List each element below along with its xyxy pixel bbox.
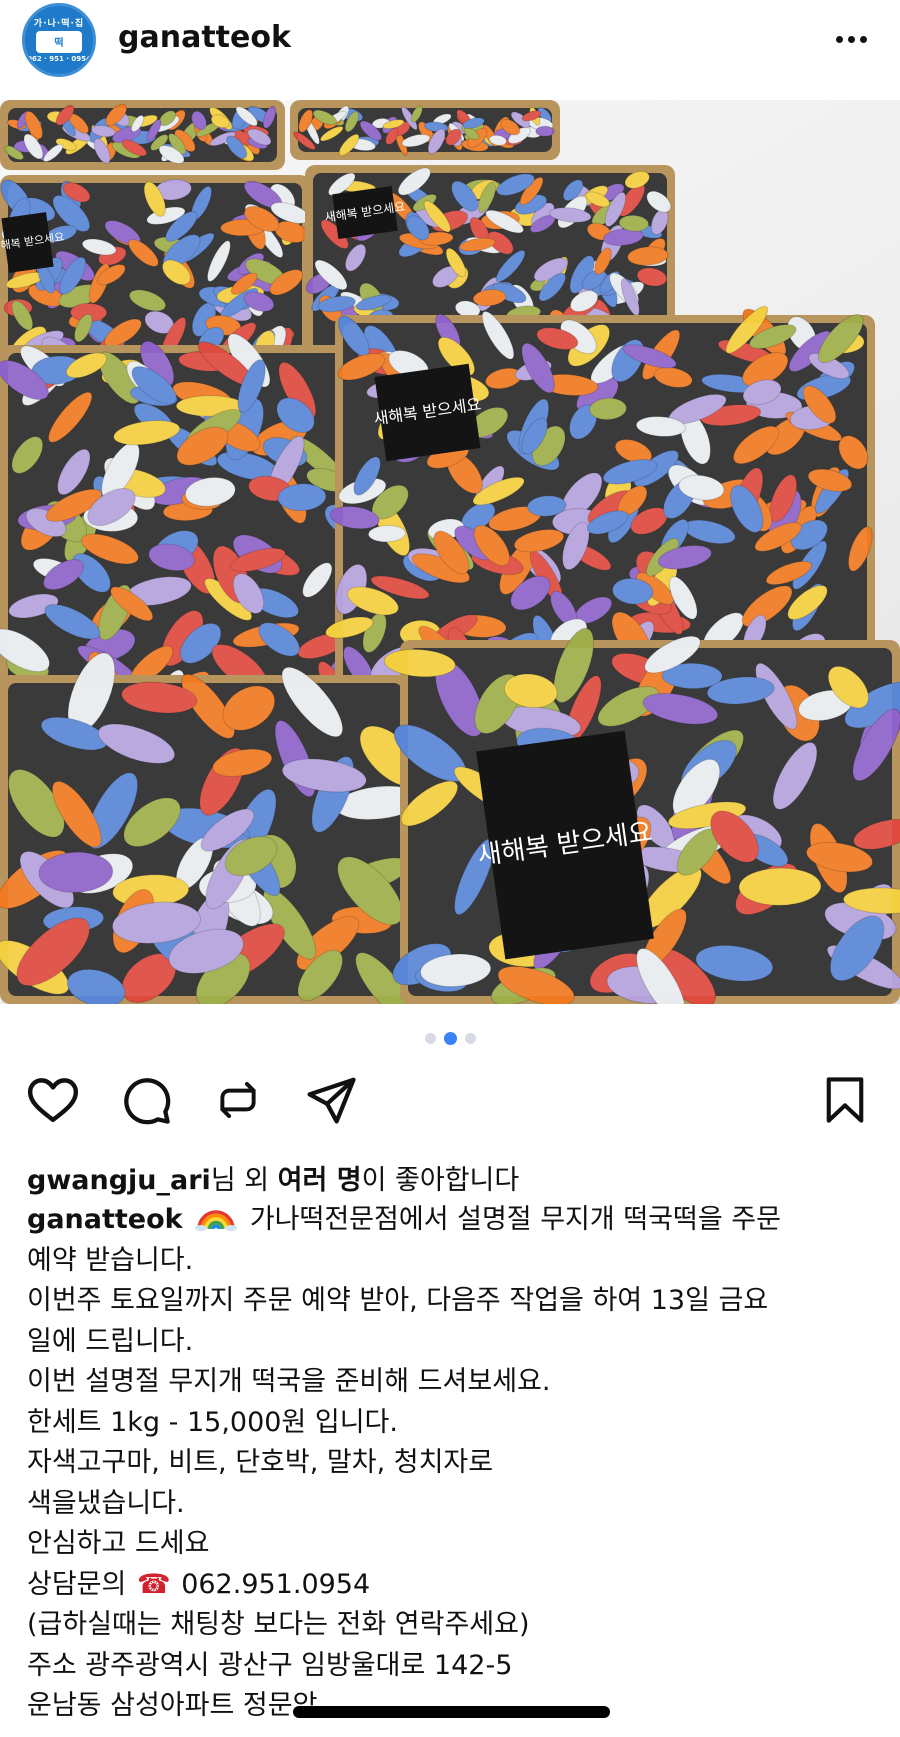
liker-username[interactable]: gwangju_ari xyxy=(27,1165,211,1196)
rice-cake-box xyxy=(0,333,370,726)
caption-line: 이번 설명절 무지개 떡국을 준비해 드셔보세요. xyxy=(27,1366,551,1397)
likes-text-mid: 님 외 xyxy=(210,1165,278,1196)
action-bar xyxy=(0,1070,900,1130)
carousel-dot xyxy=(424,1032,436,1044)
phone-number[interactable]: 062.951.0954 xyxy=(181,1569,370,1600)
carousel-dot xyxy=(464,1032,476,1044)
likes-summary[interactable]: gwangju_ari님 외 여러 명이 좋아합니다 xyxy=(27,1158,519,1197)
rice-cake-box xyxy=(0,652,423,1004)
repost-icon[interactable] xyxy=(208,1070,268,1130)
likes-count-text[interactable]: 여러 명 xyxy=(278,1165,362,1196)
carousel-indicator xyxy=(0,1030,900,1046)
caption-text: 가나떡전문점에서 설명절 무지개 떡국떡을 주문 xyxy=(249,1204,781,1235)
caption-line: 상담문의 ☎ 062.951.0954 xyxy=(27,1565,877,1606)
post-photo[interactable]: 새해복 받으세요 새해복 받으세요 새해복 받으세요 새해복 받으세요 xyxy=(0,100,900,1004)
avatar-phone-text: 062 · 951 · 0954 xyxy=(27,54,91,63)
home-indicator[interactable] xyxy=(293,1706,610,1718)
rice-cake-box xyxy=(0,100,285,170)
caption-username[interactable]: ganatteok xyxy=(27,1204,183,1235)
more-icon[interactable] xyxy=(826,17,876,61)
caption-line: 안심하고 드세요 xyxy=(27,1528,210,1559)
rice-cake-boxes-image: 새해복 받으세요새해복 받으세요새해복 받으세요새해복 받으세요 xyxy=(0,100,900,1004)
caption-line: 한세트 1kg - 15,000원 입니다. xyxy=(27,1406,398,1438)
caption-line: 이번주 토요일까지 주문 예약 받아, 다음주 작업을 하여 13일 금요 xyxy=(27,1285,769,1316)
comment-icon[interactable] xyxy=(116,1070,176,1130)
likes-text-tail: 이 좋아합니다 xyxy=(361,1165,520,1196)
caption-line: 예약 받습니다. xyxy=(27,1244,194,1276)
caption-line: ganatteok 가나떡전문점에서 설명절 무지개 떡국떡을 주문 xyxy=(27,1200,877,1241)
caption-line: (급하실때는 채팅창 보다는 전화 연락주세요) xyxy=(27,1609,530,1640)
carousel-dot xyxy=(443,1031,457,1045)
rainbow-icon xyxy=(195,1210,238,1231)
avatar-logo: 떡 xyxy=(36,30,82,53)
rice-cake-box xyxy=(290,100,560,160)
post-header: 가·나·떡·집 떡 062 · 951 · 0954 ganatteok xyxy=(0,0,900,100)
post-username[interactable]: ganatteok xyxy=(118,20,291,55)
caption-line: 색을냈습니다. xyxy=(27,1487,185,1519)
telephone-icon: ☎ xyxy=(136,1568,171,1600)
caption-line: 자색고구마, 비트, 단호박, 말차, 청치자로 xyxy=(27,1447,494,1478)
avatar-brand-text: 가·나·떡·집 xyxy=(33,18,85,29)
phone-label: 상담문의 xyxy=(27,1568,127,1600)
send-icon[interactable] xyxy=(301,1070,361,1130)
bookmark-icon[interactable] xyxy=(815,1070,875,1130)
avatar[interactable]: 가·나·떡·집 떡 062 · 951 · 0954 xyxy=(22,3,96,77)
heart-icon[interactable] xyxy=(23,1070,83,1130)
caption-line: 일에 드립니다. xyxy=(27,1325,194,1357)
rice-cake-box xyxy=(383,627,900,1004)
caption-line: 주소 광주광역시 광산구 임방울대로 142-5 xyxy=(27,1649,513,1681)
post-caption: ganatteok 가나떡전문점에서 설명절 무지개 떡국떡을 주문 예약 받습… xyxy=(27,1200,877,1727)
